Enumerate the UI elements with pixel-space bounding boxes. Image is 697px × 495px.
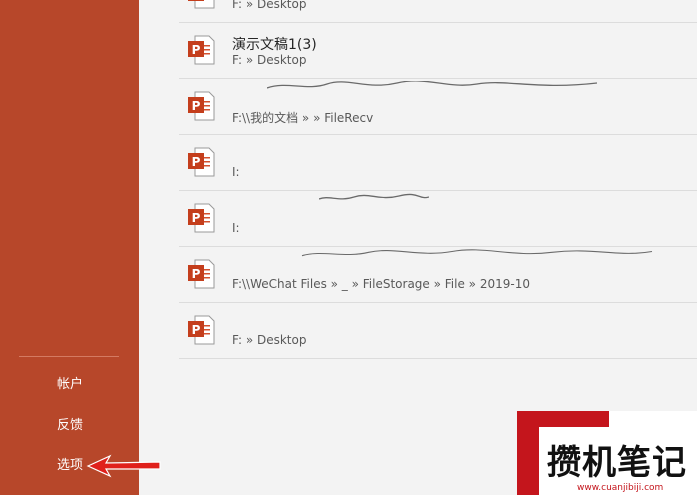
- watermark-logo: 攒机笔记 www.cuanjibiji.com: [517, 411, 697, 495]
- backstage-sidebar: 帐户 反馈 选项: [0, 0, 139, 495]
- svg-text:P: P: [192, 0, 201, 1]
- list-item[interactable]: P F:\\WeChat Files » _ » FileStorage » F…: [179, 247, 697, 303]
- sidebar-divider: [19, 356, 119, 357]
- file-path: I:: [232, 165, 240, 179]
- list-item[interactable]: P F: » Desktop: [179, 303, 697, 359]
- svg-text:P: P: [192, 43, 201, 57]
- sidebar-item-options[interactable]: 选项: [57, 458, 83, 474]
- watermark-red-block: [517, 411, 539, 495]
- list-item[interactable]: P F:\\我的文档 » » FileRecv: [179, 79, 697, 135]
- powerpoint-file-icon: P: [188, 259, 215, 289]
- svg-text:P: P: [192, 99, 201, 113]
- watermark-text: 攒机笔记: [547, 443, 687, 483]
- sidebar-item-account[interactable]: 帐户: [57, 377, 83, 393]
- obscured-title: [301, 249, 653, 257]
- obscured-title: [267, 81, 597, 89]
- obscured-title: [319, 193, 429, 200]
- list-item[interactable]: P F: » Desktop: [179, 0, 697, 23]
- powerpoint-file-icon: P: [188, 147, 215, 177]
- file-path: I:: [232, 221, 240, 235]
- watermark-red-band: [539, 411, 609, 427]
- watermark-url: www.cuanjibiji.com: [577, 483, 664, 493]
- svg-text:P: P: [192, 155, 201, 169]
- svg-text:P: P: [192, 323, 201, 337]
- powerpoint-file-icon: P: [188, 203, 215, 233]
- powerpoint-file-icon: P: [188, 0, 215, 9]
- file-path: F: » Desktop: [232, 333, 307, 347]
- svg-text:P: P: [192, 267, 201, 281]
- powerpoint-file-icon: P: [188, 315, 215, 345]
- file-path: F: » Desktop: [232, 53, 307, 67]
- list-item[interactable]: P 演示文稿1(3) F: » Desktop: [179, 23, 697, 79]
- file-title: 演示文稿1(3): [232, 37, 317, 53]
- file-path: F:\\WeChat Files » _ » FileStorage » Fil…: [232, 277, 530, 291]
- file-path: F:\\我的文档 » » FileRecv: [232, 111, 374, 125]
- powerpoint-file-icon: P: [188, 91, 215, 121]
- svg-text:P: P: [192, 211, 201, 225]
- list-item[interactable]: P I:: [179, 191, 697, 247]
- sidebar-item-feedback[interactable]: 反馈: [57, 418, 83, 434]
- file-path: F: » Desktop: [232, 0, 307, 11]
- powerpoint-file-icon: P: [188, 35, 215, 65]
- list-item[interactable]: P I:: [179, 135, 697, 191]
